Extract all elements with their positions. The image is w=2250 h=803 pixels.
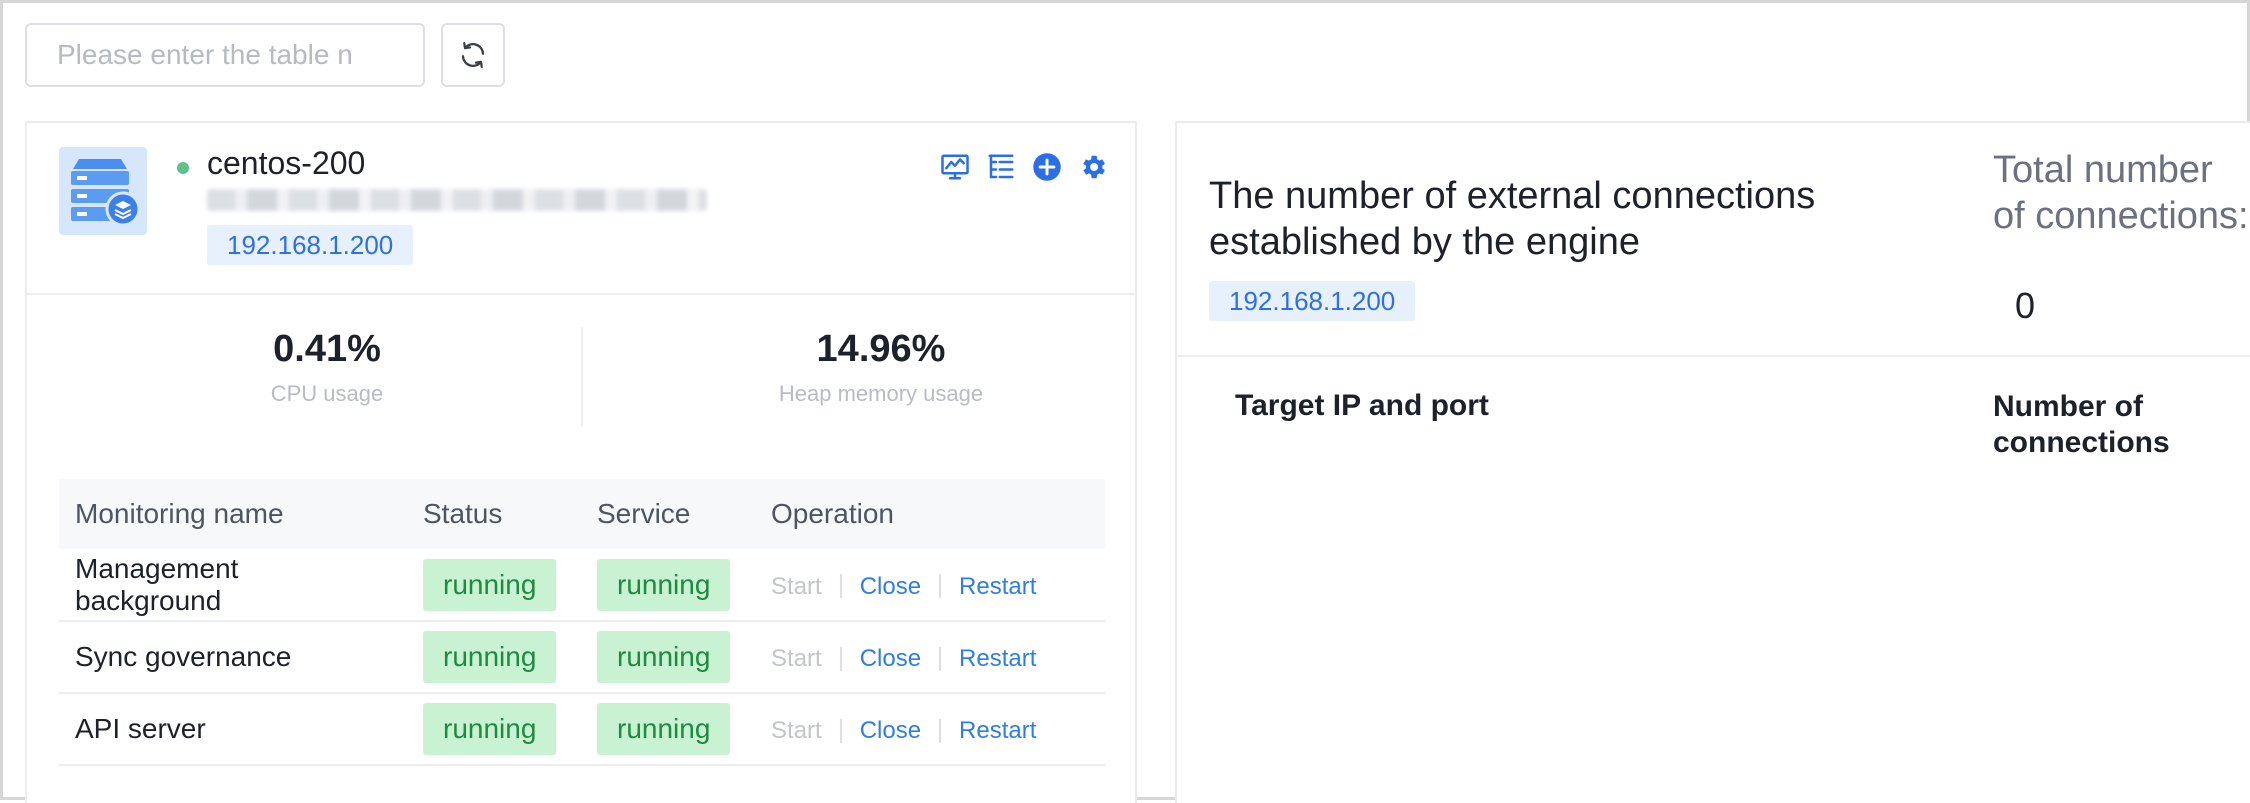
op-separator bbox=[939, 646, 942, 671]
start-button[interactable]: Start bbox=[771, 717, 822, 744]
operation-cell: Start Close Restart bbox=[755, 693, 1105, 766]
col-service: Service bbox=[581, 479, 755, 549]
engine-actions bbox=[939, 151, 1109, 183]
cpu-usage-label: CPU usage bbox=[270, 381, 384, 406]
restart-button[interactable]: Restart bbox=[959, 573, 1036, 600]
status-badge: running bbox=[423, 631, 557, 683]
start-button[interactable]: Start bbox=[771, 573, 822, 600]
table-row: Management background running running St… bbox=[59, 549, 1105, 622]
blurred-engine-id bbox=[207, 189, 707, 211]
table-row: Sync governance running running Start Clo… bbox=[59, 621, 1105, 694]
status-dot bbox=[177, 162, 189, 174]
op-separator bbox=[939, 718, 942, 743]
service-badge: running bbox=[597, 703, 731, 755]
heap-usage-value: 14.96% bbox=[816, 328, 946, 370]
engine-ip-tag: 192.168.1.200 bbox=[207, 225, 414, 265]
monitor-name: API server bbox=[59, 693, 407, 766]
page-frame: centos-200 192.168.1.200 bbox=[0, 0, 2250, 803]
op-separator bbox=[939, 574, 942, 599]
operation-cell: Start Close Restart bbox=[755, 621, 1105, 694]
connections-divider bbox=[1177, 355, 2250, 357]
status-badge: running bbox=[423, 703, 557, 755]
refresh-icon bbox=[461, 42, 485, 68]
total-connections-value: 0 bbox=[2015, 285, 2036, 326]
service-badge: running bbox=[597, 631, 731, 683]
col-status: Status bbox=[407, 479, 581, 549]
table-header-row: Monitoring name Status Service Operation bbox=[59, 479, 1105, 549]
engine-name: centos-200 bbox=[207, 145, 366, 181]
status-badge: running bbox=[423, 558, 557, 611]
col-target-ip-port: Target IP and port bbox=[1235, 389, 1489, 422]
connections-title: The number of external connections estab… bbox=[1209, 175, 1816, 263]
close-button[interactable]: Close bbox=[860, 645, 921, 672]
op-separator bbox=[839, 718, 842, 743]
heap-metric: 14.96% Heap memory usage bbox=[621, 323, 1141, 407]
table-search-input[interactable] bbox=[25, 23, 425, 87]
engine-card: centos-200 192.168.1.200 0.41% CPU usage… bbox=[25, 121, 1137, 803]
cpu-usage-value: 0.41% bbox=[273, 328, 381, 370]
col-operation: Operation bbox=[755, 479, 1105, 549]
connections-ip-tag: 192.168.1.200 bbox=[1209, 281, 1416, 321]
refresh-button[interactable] bbox=[441, 23, 505, 87]
add-circle-icon[interactable] bbox=[1031, 151, 1063, 183]
monitoring-table: Monitoring name Status Service Operation… bbox=[59, 479, 1105, 766]
service-badge: running bbox=[597, 558, 731, 611]
cpu-metric: 0.41% CPU usage bbox=[67, 323, 587, 407]
tree-list-icon[interactable] bbox=[985, 151, 1017, 183]
op-separator bbox=[839, 574, 842, 599]
card-divider bbox=[27, 293, 1135, 295]
metric-divider bbox=[581, 327, 583, 427]
total-connections-label: Total number of connections: bbox=[1993, 149, 2249, 237]
restart-button[interactable]: Restart bbox=[959, 645, 1036, 672]
table-row: API server running running Start Close Res… bbox=[59, 693, 1105, 766]
connections-card: The number of external connections estab… bbox=[1175, 121, 2250, 803]
gear-icon[interactable] bbox=[1077, 151, 1109, 183]
monitor-name: Management background bbox=[59, 549, 407, 622]
heap-usage-label: Heap memory usage bbox=[778, 381, 984, 406]
close-button[interactable]: Close bbox=[860, 573, 921, 600]
server-icon bbox=[59, 147, 147, 235]
col-number-of-connections: Number of connections bbox=[1993, 390, 2170, 459]
close-button[interactable]: Close bbox=[860, 717, 921, 744]
monitor-name: Sync governance bbox=[59, 621, 407, 694]
start-button[interactable]: Start bbox=[771, 645, 822, 672]
restart-button[interactable]: Restart bbox=[959, 717, 1036, 744]
op-separator bbox=[839, 646, 842, 671]
monitor-chart-icon[interactable] bbox=[939, 151, 971, 183]
operation-cell: Start Close Restart bbox=[755, 549, 1105, 622]
col-monitoring-name: Monitoring name bbox=[59, 479, 407, 549]
